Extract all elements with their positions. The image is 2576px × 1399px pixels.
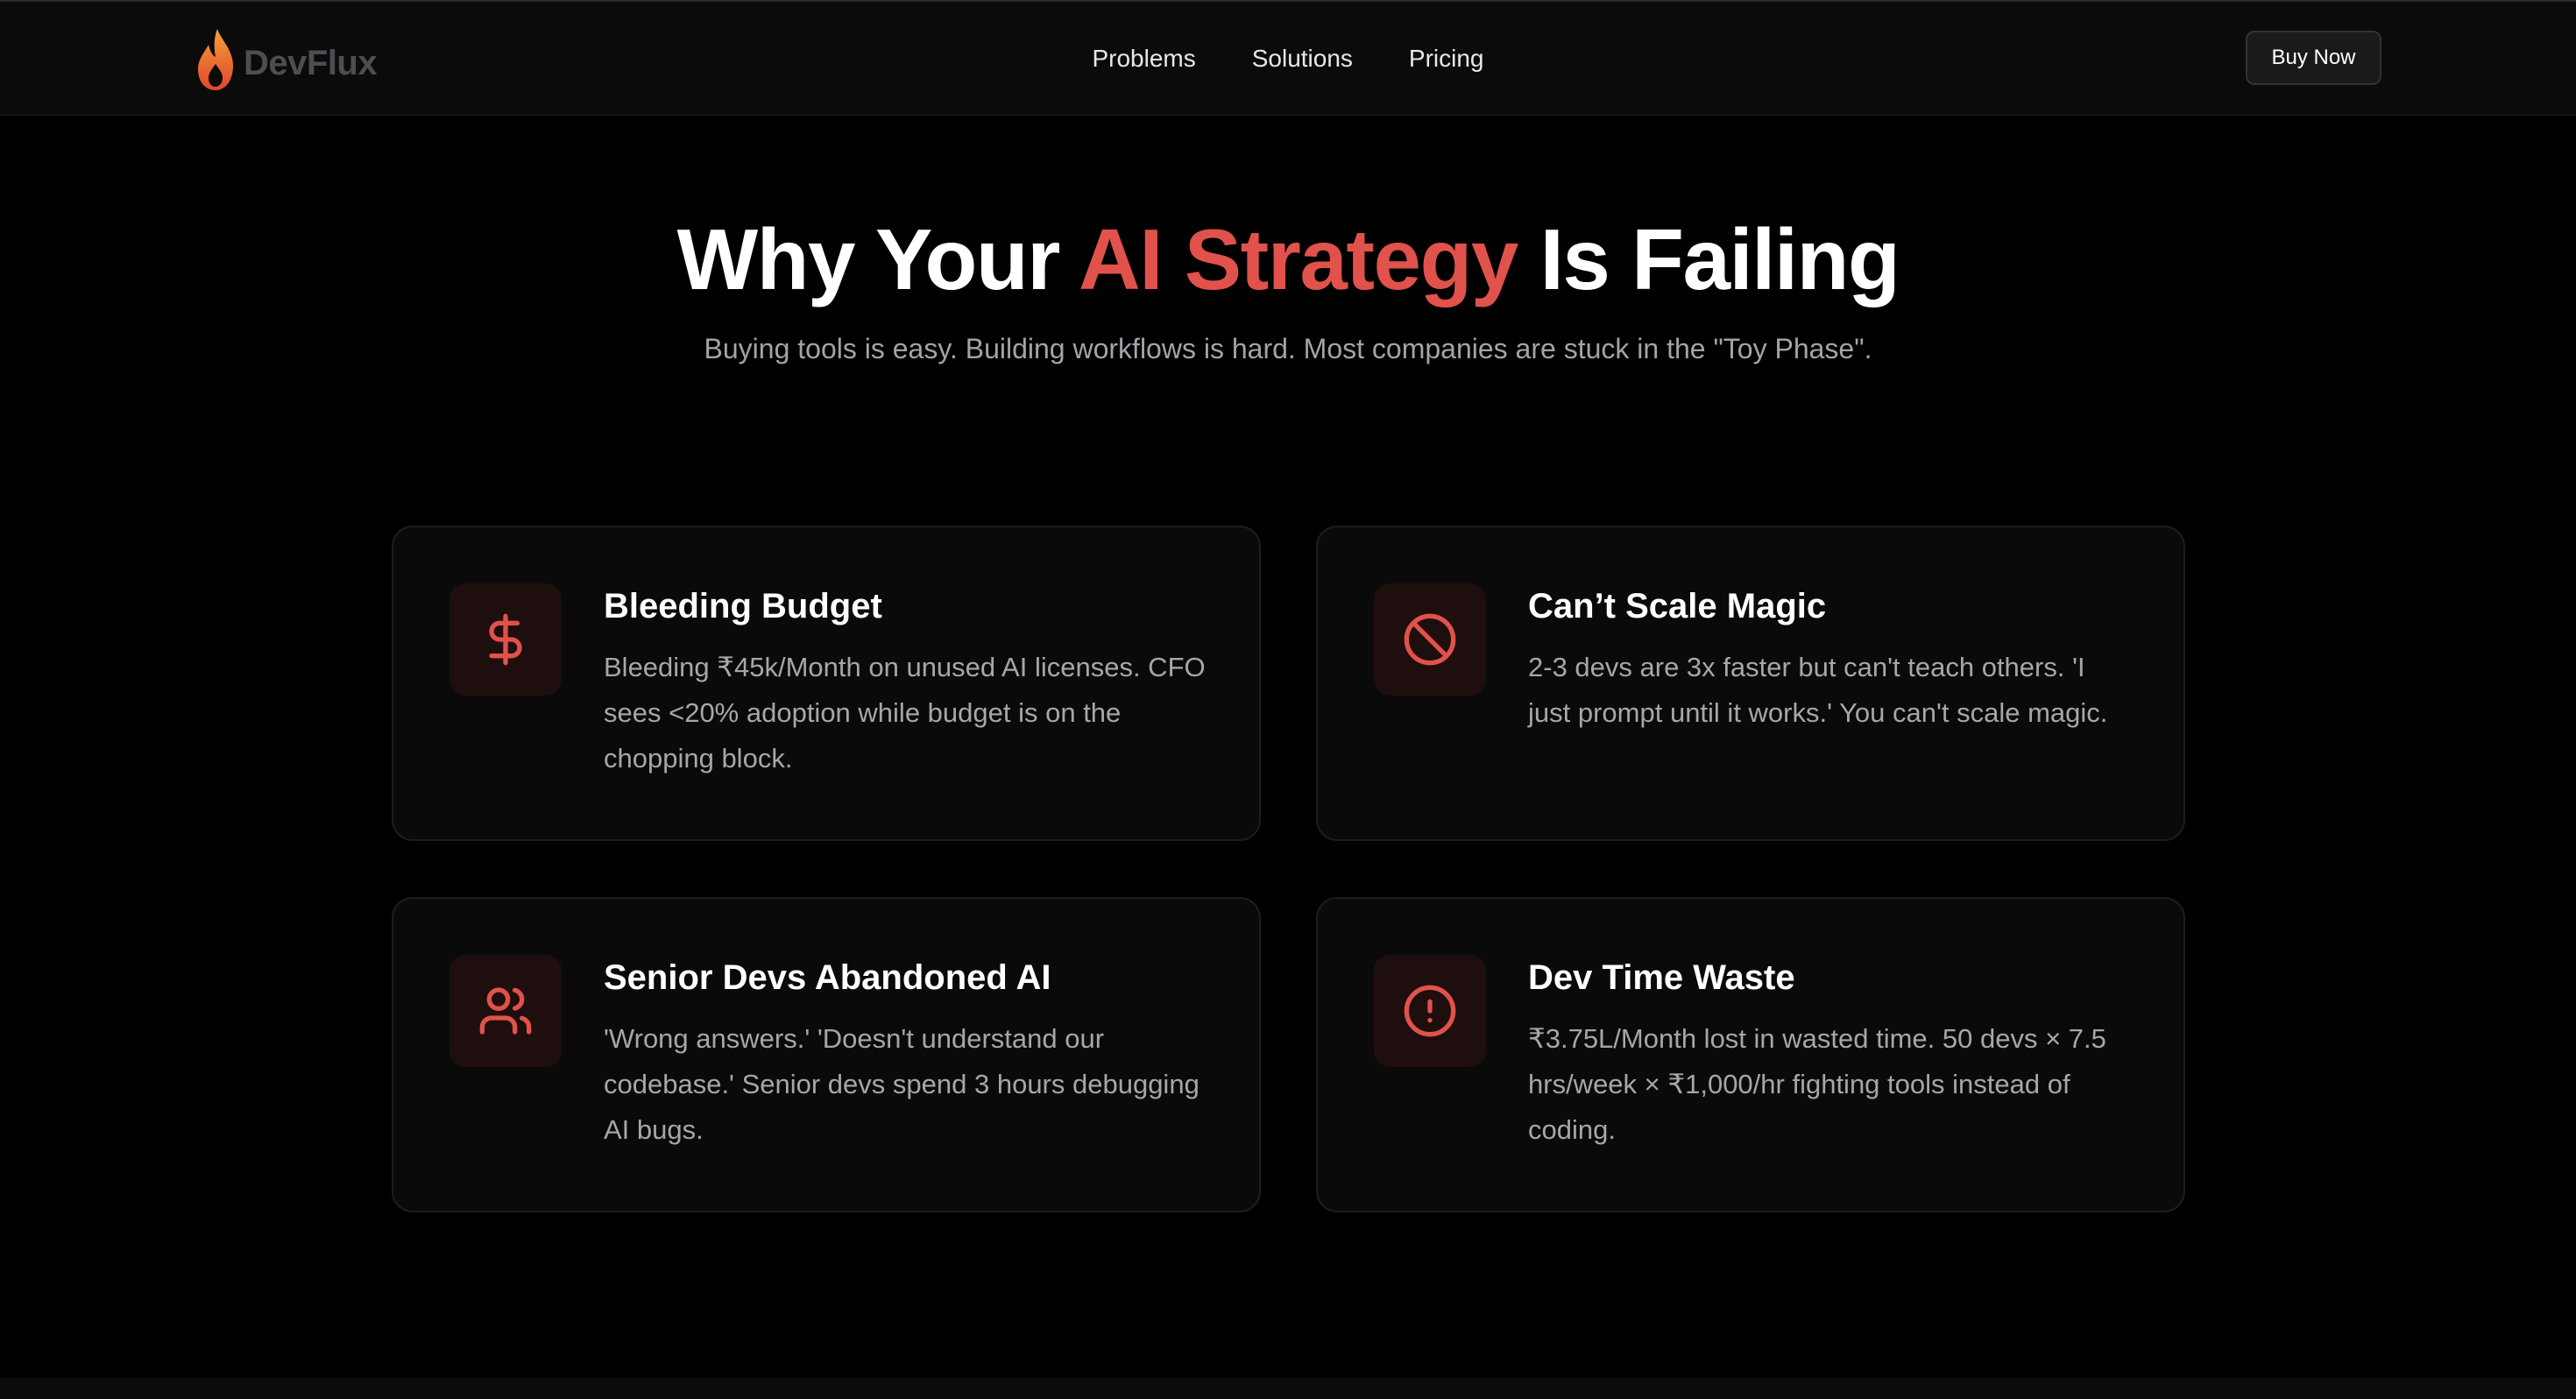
problem-icon-box [1374,583,1486,696]
problem-title: Senior Devs Abandoned AI [604,958,1051,997]
problem-icon-box [449,583,562,696]
brand-logo[interactable]: DevFlux [195,25,378,95]
problem-title: Can’t Scale Magic [1528,587,1827,625]
hero-title-after: Is Failing [1517,211,1900,307]
problem-card-senior-devs: Senior Devs Abandoned AI 'Wrong answers.… [392,897,1261,1212]
nav-item-solutions[interactable]: Solutions [1252,45,1353,73]
problem-card-time-waste: Dev Time Waste ₹3.75L/Month lost in wast… [1316,897,2185,1212]
hero-title-accent: AI Strategy [1079,211,1518,307]
alert-circle-icon [1404,985,1456,1037]
nav-item-problems[interactable]: Problems [1092,45,1195,73]
problem-icon-box [1374,955,1486,1067]
problem-title: Dev Time Waste [1528,958,1795,997]
flame-icon [198,29,233,90]
problem-title: Bleeding Budget [604,587,882,625]
page: DevFlux Problems Solutions Pricing Buy N… [0,0,2576,1399]
buy-now-button[interactable]: Buy Now [2246,31,2381,85]
footer-strip [0,1378,2576,1399]
brand-name: DevFlux [244,43,378,82]
problem-card-budget: Bleeding Budget Bleeding ₹45k/Month on u… [392,526,1261,841]
hero-subtitle: Buying tools is easy. Building workflows… [704,333,1872,364]
users-icon [479,987,532,1035]
main-nav: Problems Solutions Pricing [0,2,2576,116]
problem-icon-box [449,955,562,1067]
problem-card-scale: Can’t Scale Magic 2-3 devs are 3x faster… [1316,526,2185,841]
problem-description: ₹3.75L/Month lost in wasted time. 50 dev… [1528,1023,2106,1145]
dollar-icon [489,613,522,666]
hero-title-before: Why Your [676,211,1079,307]
problem-description: Bleeding ₹45k/Month on unused AI license… [604,652,1206,774]
nav-item-pricing[interactable]: Pricing [1409,45,1484,73]
site-header: DevFlux Problems Solutions Pricing Buy N… [0,2,2576,116]
problem-description: 2-3 devs are 3x faster but can't teach o… [1528,652,2108,728]
problem-description: 'Wrong answers.' 'Doesn't understand our… [604,1023,1200,1145]
ban-icon [1404,613,1456,666]
hero-title: Why Your AI Strategy Is Failing [0,210,2576,308]
